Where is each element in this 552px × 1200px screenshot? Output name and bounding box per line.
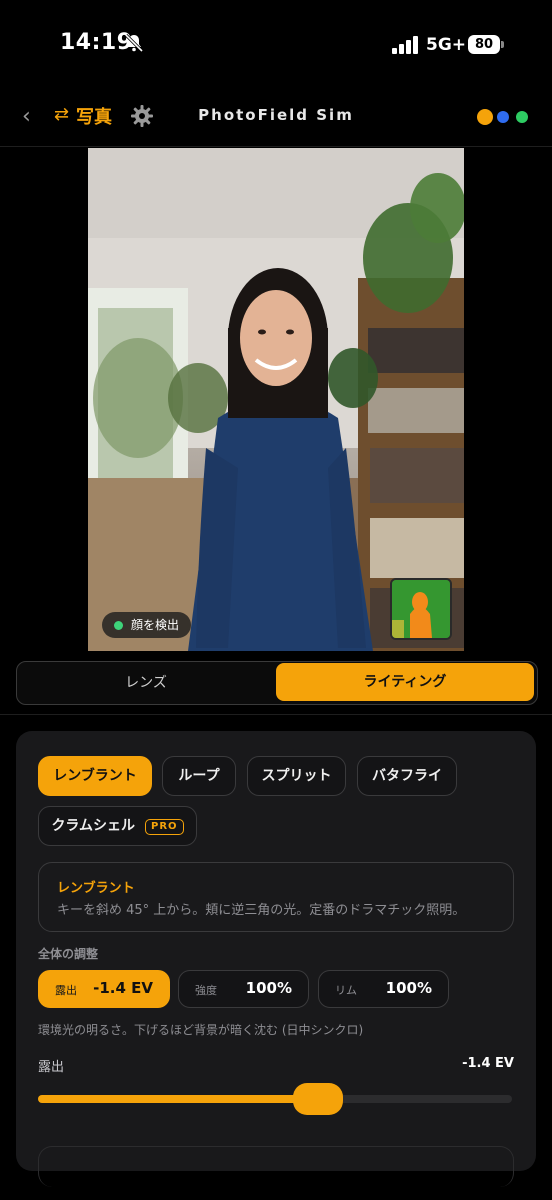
description-text: キーを斜め 45° 上から。頬に逆三角の光。定番のドラマチック照明。 <box>57 903 466 918</box>
exposure-hint: 環境光の明るさ。下げるほど背景が暗く沈む (日中シンクロ) <box>38 1023 364 1037</box>
status-bar: 14:19 5G+ 80 <box>0 0 552 90</box>
exposure-pill[interactable]: 露出 -1.4 EV <box>38 970 170 1008</box>
slider-value: -1.4 EV <box>462 1056 514 1071</box>
preset-clamshell-label: クラムシェル <box>51 818 136 834</box>
slider-label: 露出 <box>38 1060 65 1075</box>
exposure-slider-thumb[interactable] <box>292 1083 343 1115</box>
preset-split-chip[interactable]: スプリット <box>247 756 346 796</box>
exposure-pill-value: -1.4 EV <box>93 979 153 997</box>
exposure-slider-track[interactable] <box>38 1083 512 1115</box>
app-title: PhotoField Sim <box>198 106 354 124</box>
section-label-overall: 全体の調整 <box>38 947 99 961</box>
rim-pill-label: リム <box>335 984 357 997</box>
nav-bar: ‹ ⇄ 写真 PhotoField Sim <box>0 90 552 147</box>
signal-icon <box>392 36 420 54</box>
preset-description-card: レンブラント キーを斜め 45° 上から。頬に逆三角の光。定番のドラマチック照明… <box>38 862 514 932</box>
next-card <box>38 1146 514 1187</box>
battery-level: 80 <box>468 35 500 54</box>
exposure-pill-label: 露出 <box>55 984 77 997</box>
color-dot-orange[interactable] <box>477 109 493 125</box>
mode-segmented-control: レンズ ライティング <box>16 661 538 705</box>
description-title: レンブラント <box>57 881 135 896</box>
depth-map-thumbnail[interactable] <box>390 578 452 640</box>
preset-rembrandt-chip[interactable]: レンブラント <box>38 756 152 796</box>
color-dot-blue[interactable] <box>497 111 509 123</box>
face-detected-label: 顔を検出 <box>131 618 180 632</box>
status-time: 14:19 <box>60 30 133 55</box>
exposure-slider-fill <box>38 1095 318 1103</box>
battery-icon: 80 <box>468 35 504 54</box>
tab-lens[interactable]: レンズ <box>17 662 275 704</box>
preset-clamshell-chip[interactable]: クラムシェル PRO <box>38 806 197 846</box>
status-dot-icon <box>114 621 123 630</box>
intensity-pill-label: 強度 <box>195 984 217 997</box>
bell-muted-icon <box>124 33 144 53</box>
face-detected-badge: 顔を検出 <box>102 612 192 638</box>
rim-pill[interactable]: リム 100% <box>318 970 449 1008</box>
preset-loop-chip[interactable]: ループ <box>162 756 236 796</box>
preset-butterfly-chip[interactable]: バタフライ <box>357 756 457 796</box>
rim-pill-value: 100% <box>385 979 432 997</box>
pro-badge: PRO <box>145 819 184 835</box>
color-dot-green[interactable] <box>516 111 528 123</box>
intensity-pill-value: 100% <box>245 979 292 997</box>
intensity-pill[interactable]: 強度 100% <box>178 970 309 1008</box>
tab-lighting[interactable]: ライティング <box>276 663 534 701</box>
portrait-photo <box>88 148 464 651</box>
lighting-panel: レンブラント ループ スプリット バタフライ クラムシェル PRO レンブラント … <box>16 731 536 1187</box>
divider <box>0 714 552 715</box>
network-label: 5G+ <box>426 35 467 55</box>
